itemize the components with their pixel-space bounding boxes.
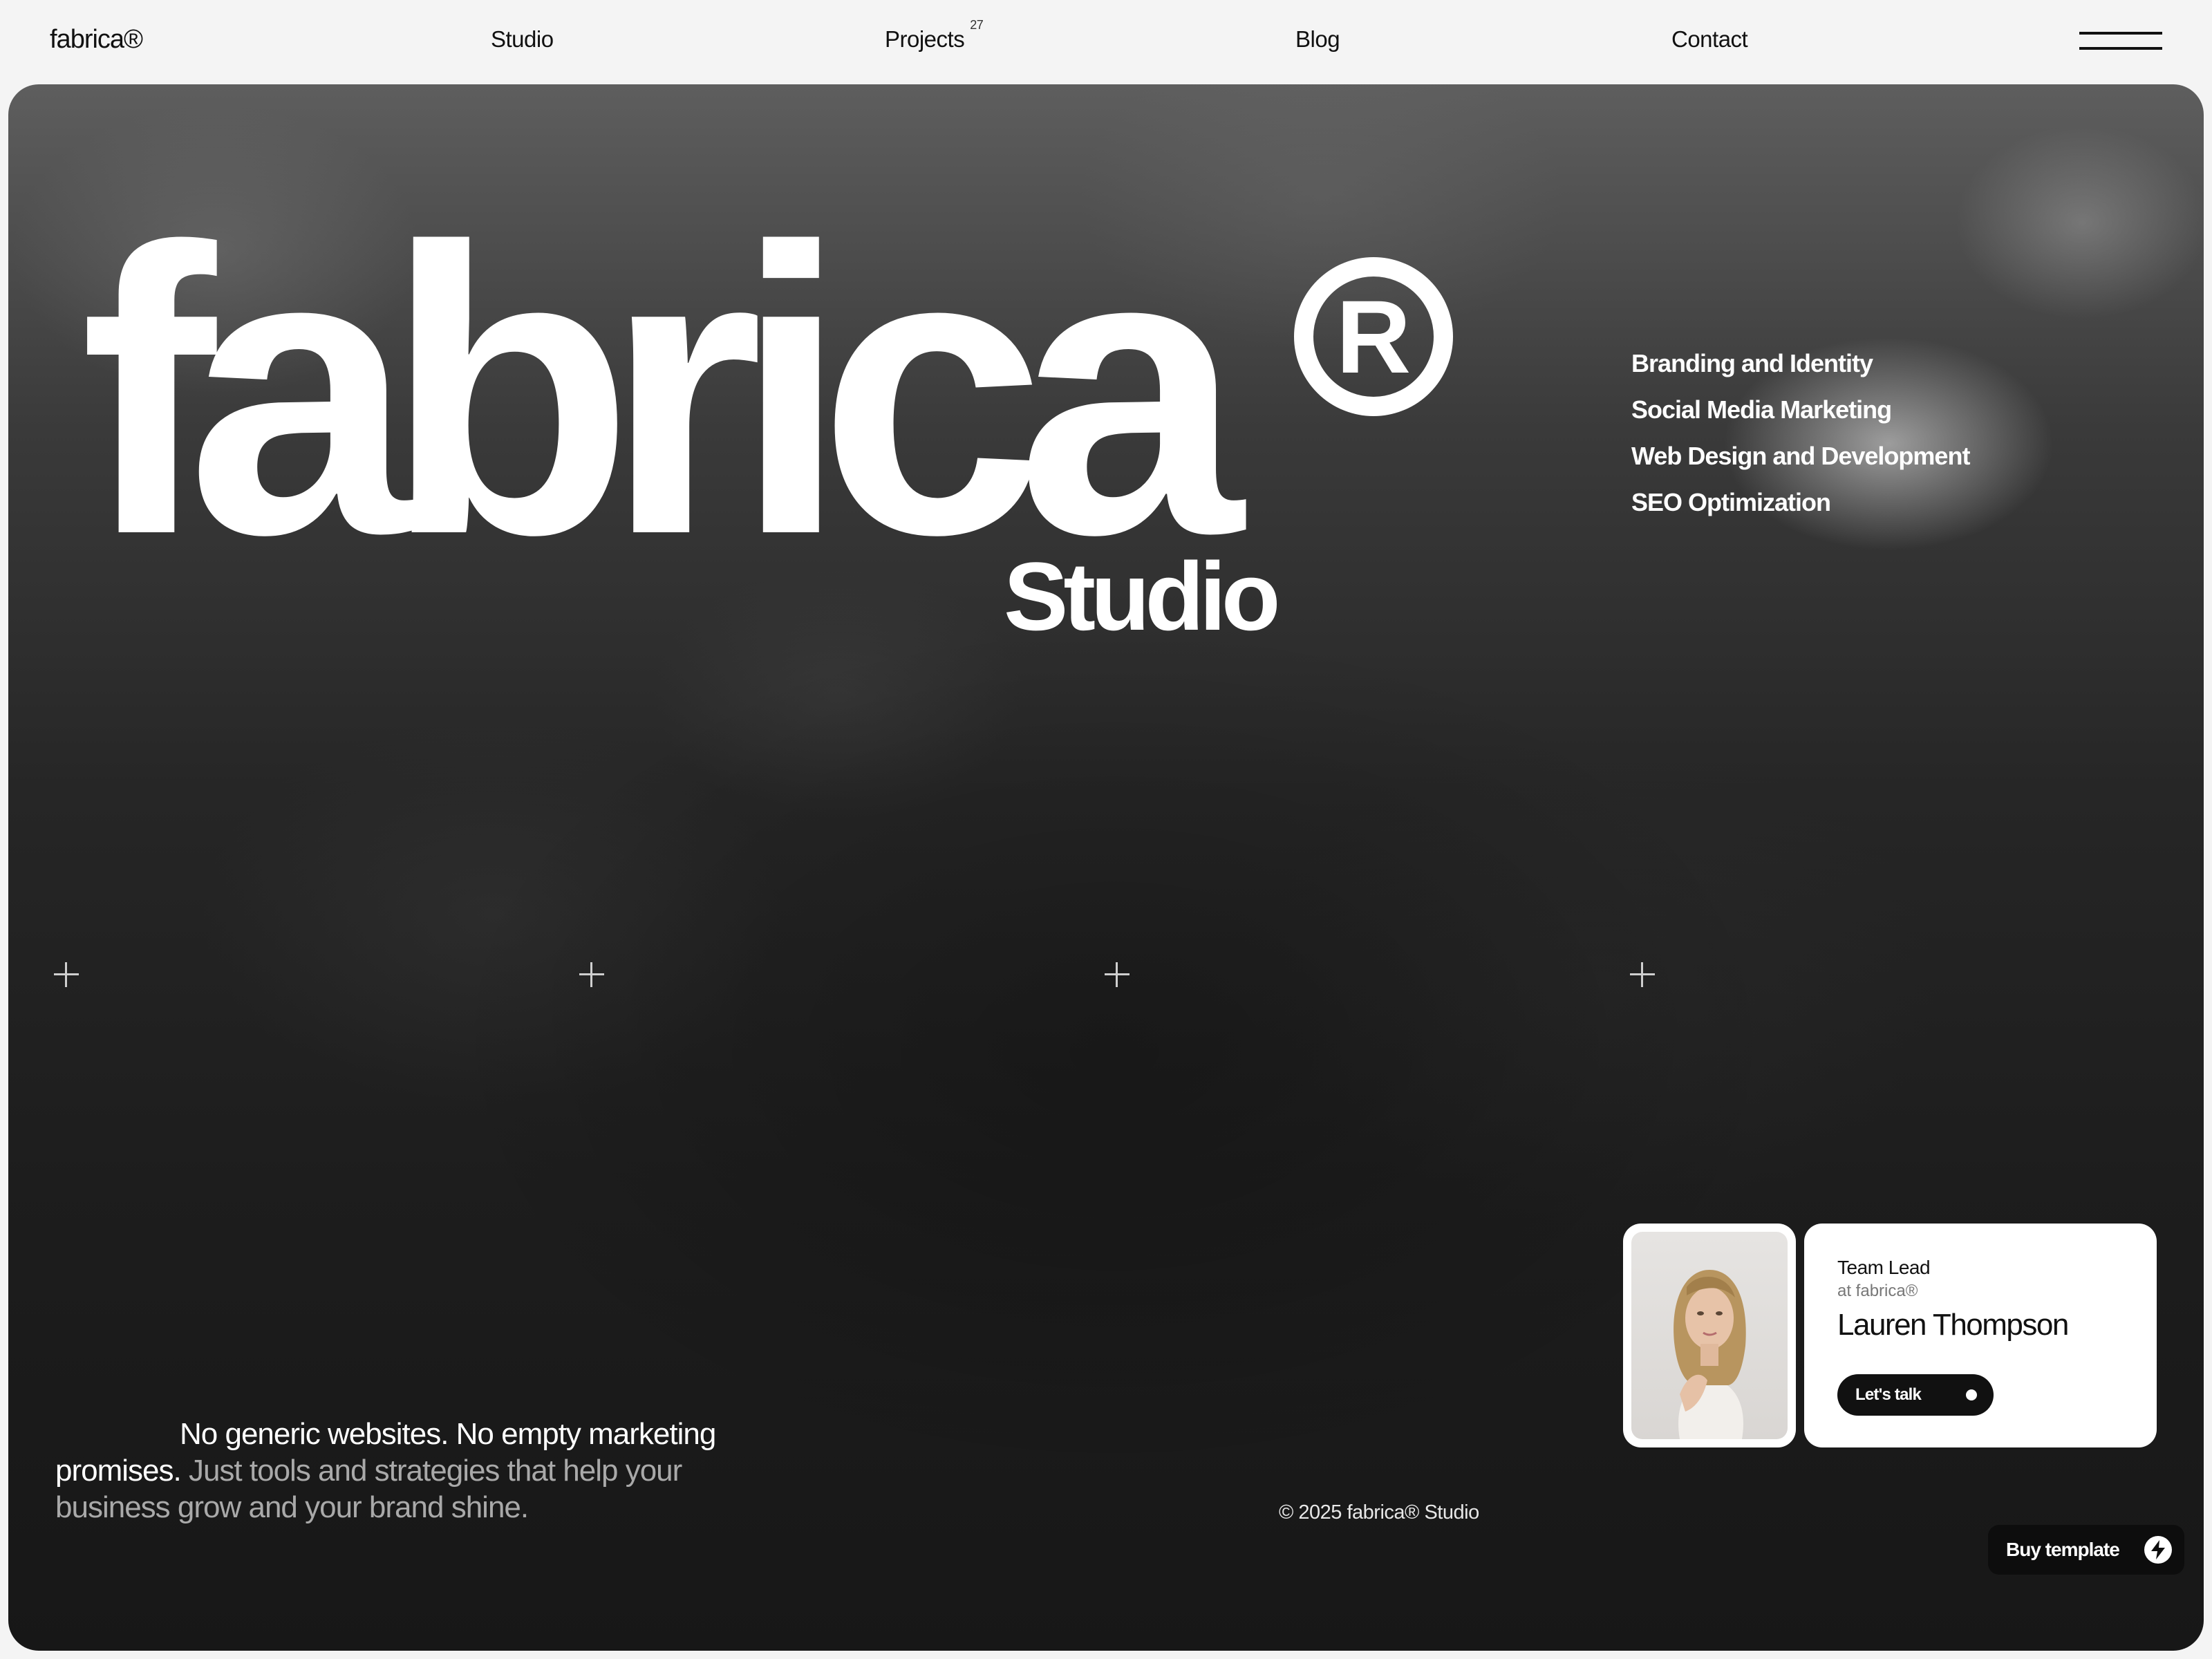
service-branding[interactable]: Branding and Identity xyxy=(1631,340,1969,386)
services-list: Branding and Identity Social Media Marke… xyxy=(1631,340,1970,525)
top-nav: fabrica® Studio Projects 27 Blog Contact xyxy=(0,0,2212,83)
registered-mark-letter: R xyxy=(1335,278,1412,395)
team-photo-card xyxy=(1623,1224,1796,1447)
nav-link-studio[interactable]: Studio xyxy=(491,26,554,53)
hero-title: fabrica xyxy=(80,164,1244,619)
plus-icon xyxy=(579,962,604,987)
service-web-design[interactable]: Web Design and Development xyxy=(1631,433,1970,479)
buy-template-button[interactable]: Buy template xyxy=(1988,1525,2184,1575)
team-role: Team Lead xyxy=(1837,1257,1931,1278)
plus-icon xyxy=(1630,962,1655,987)
team-info-card: Team Lead at fabrica® Lauren Thompson Le… xyxy=(1804,1224,2157,1447)
team-person-name: Lauren Thompson xyxy=(1837,1308,2069,1342)
hamburger-icon[interactable] xyxy=(2079,30,2162,53)
projects-count-badge: 27 xyxy=(970,18,984,32)
hero-subtitle: Studio xyxy=(1004,542,1280,650)
lets-talk-label: Let's talk xyxy=(1855,1385,1922,1404)
plus-icon xyxy=(54,962,79,987)
copyright-text: © 2025 fabrica® Studio xyxy=(1279,1501,1479,1524)
nav-link-projects[interactable]: Projects 27 xyxy=(885,18,984,53)
hamburger-line-top xyxy=(2079,32,2162,35)
plus-icon xyxy=(1105,962,1130,987)
hero-tagline: No generic websites. No empty marketing … xyxy=(55,1416,747,1526)
dot-icon xyxy=(1966,1389,1977,1400)
lets-talk-button[interactable]: Let's talk xyxy=(1837,1374,1994,1416)
registered-mark-icon: R xyxy=(1294,257,1453,416)
service-seo[interactable]: SEO Optimization xyxy=(1631,479,1969,525)
nav-link-contact[interactable]: Contact xyxy=(1671,26,1748,53)
service-social-media[interactable]: Social Media Marketing xyxy=(1631,386,1969,433)
lightning-icon xyxy=(2144,1536,2172,1564)
nav-link-blog[interactable]: Blog xyxy=(1295,26,1340,53)
hamburger-line-bottom xyxy=(2079,47,2162,50)
buy-template-label: Buy template xyxy=(2006,1539,2120,1560)
team-company: at fabrica® xyxy=(1837,1282,1918,1300)
team-lead-avatar xyxy=(1631,1232,1788,1439)
nav-link-projects-label: Projects xyxy=(885,26,965,52)
nav-logo[interactable]: fabrica® xyxy=(50,25,143,55)
